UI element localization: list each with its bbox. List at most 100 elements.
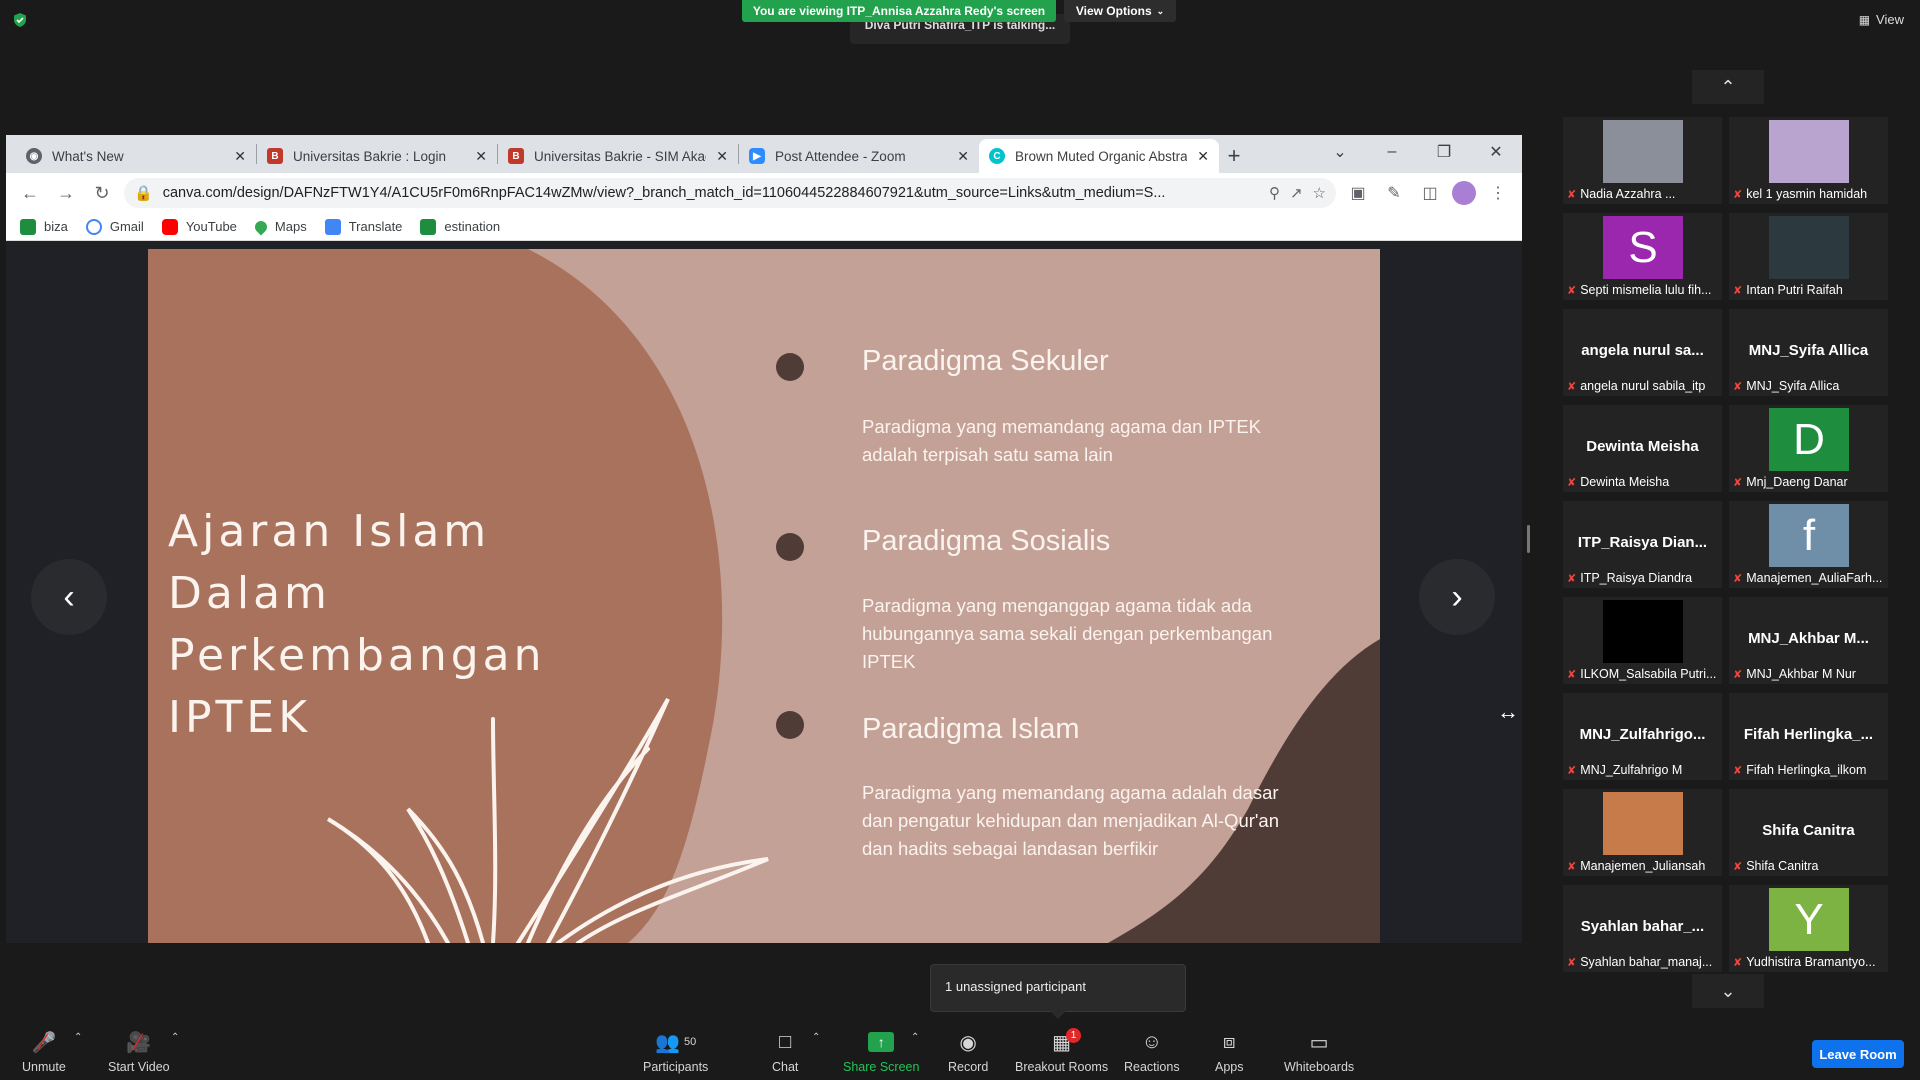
close-icon[interactable]: ✕ [475,148,487,165]
resize-cursor-icon: ↔ [1497,699,1519,724]
participant-tile[interactable]: Shifa Canitra ✘ Shifa Canitra [1729,789,1888,876]
breakout-rooms-button[interactable]: ▦ 1 Breakout Rooms [1015,1028,1109,1074]
participant-tile[interactable]: MNJ_Akhbar M... ✘ MNJ_Akhbar M Nur [1729,597,1888,684]
microphone-muted-icon: ✘ [1733,860,1743,873]
camera-off-icon: 🎥 ⁄ [126,1029,152,1054]
bookmark-item[interactable]: estination [420,218,500,235]
browser-tab[interactable]: B Universitas Bakrie : Login ✕ [257,139,497,173]
participant-tile[interactable]: ITP_Raisya Dian... ✘ ITP_Raisya Diandra [1563,501,1722,588]
view-button[interactable]: ▦ View [1859,12,1904,27]
participant-tile[interactable]: angela nurul sa... ✘ angela nurul sabila_i… [1563,309,1722,396]
participant-tile[interactable]: ✘ Manajemen_Juliansah [1563,789,1722,876]
participant-tile[interactable]: D ✘ Mnj_Daeng Danar [1729,405,1888,492]
browser-tab-active[interactable]: C Brown Muted Organic Abstra ✕ [979,139,1219,173]
back-arrow-icon[interactable]: ← [16,179,44,207]
microphone-muted-icon: ✘ [1733,668,1743,681]
zoom-meeting-window: Diva Putri Shafira_ITP is talking... You… [0,0,1920,1080]
close-icon[interactable]: ✕ [234,148,246,165]
reload-icon[interactable]: ↻ [88,179,116,207]
chat-options-chevron-icon[interactable]: ⌃ [812,1032,820,1043]
participant-tile[interactable]: Syahlan bahar_... ✘ Syahlan bahar_manaj... [1563,885,1722,972]
participant-tile[interactable]: Dewinta Meisha ✘ Dewinta Meisha [1563,405,1722,492]
participant-tile[interactable]: ✘ Nadia Azzahra ... [1563,117,1722,204]
restore-icon[interactable]: ❐ [1418,142,1470,162]
bookmark-star-icon[interactable]: ☆ [1313,184,1326,202]
participant-display-name: MNJ_Akhbar M... [1748,630,1869,647]
bookmark-item[interactable]: biza [20,218,68,235]
record-button[interactable]: ◉ Record [948,1030,988,1075]
browser-tab[interactable]: ◉ What's New ✕ [16,139,256,173]
sheets-icon [20,218,36,235]
share-page-icon[interactable]: ↗ [1290,184,1303,202]
translate-icon [324,218,341,235]
participant-tile[interactable]: S ✘ Septi mismelia lulu fih... [1563,213,1722,300]
bookmark-item[interactable]: Translate [324,218,403,235]
profile-avatar[interactable] [1452,181,1476,205]
close-icon[interactable]: ✕ [716,148,728,165]
share-screen-button[interactable]: ↑ Share Screen [843,1030,919,1074]
zoom-in-icon[interactable]: ⚲ [1269,184,1280,202]
unmute-label: Unmute [22,1060,66,1074]
side-panel-icon[interactable]: ◫ [1416,179,1444,207]
participant-tile[interactable]: Y ✘ Yudhistira Bramantyo... [1729,885,1888,972]
participant-tile[interactable]: ✘ ILKOM_Salsabila Putri... [1563,597,1722,684]
extensions-puzzle-icon[interactable]: ✎ [1380,179,1408,207]
leave-room-button[interactable]: Leave Room [1812,1040,1904,1068]
participant-name: Manajemen_AuliaFarh... [1746,571,1883,585]
start-video-button[interactable]: 🎥 ⁄ Start Video [108,1029,170,1074]
apps-button[interactable]: ⧈ Apps [1215,1030,1244,1075]
chat-button[interactable]: □ Chat [772,1030,798,1075]
close-window-icon[interactable]: ✕ [1470,142,1522,162]
participant-name: MNJ_Syifa Allica [1746,379,1840,393]
tab-search-icon[interactable]: ⌄ [1314,142,1366,162]
bookmark-label: Maps [274,219,307,234]
bookmark-item[interactable]: Maps [252,218,307,235]
new-tab-button[interactable]: + [1219,139,1249,173]
reactions-button[interactable]: ☺ Reactions [1124,1030,1180,1075]
participant-tile[interactable]: f ✘ Manajemen_AuliaFarh... [1729,501,1888,588]
breakout-rooms-label: Breakout Rooms [1015,1060,1109,1074]
whiteboards-button[interactable]: ▭ Whiteboards [1284,1030,1354,1075]
audio-options-chevron-icon[interactable]: ⌃ [74,1032,82,1043]
participants-button[interactable]: 👥 50 Participants [643,1030,708,1075]
participant-tile[interactable]: MNJ_Syifa Allica ✘ MNJ_Syifa Allica [1729,309,1888,396]
unmute-button[interactable]: 🎤 ⁄ Unmute [22,1029,66,1074]
participant-name: Mnj_Daeng Danar [1746,475,1848,489]
panel-resize-handle[interactable] [1527,525,1530,553]
address-bar[interactable]: 🔒 canva.com/design/DAFNzFTW1Y4/A1CU5rF0m… [124,178,1336,208]
participant-name: kel 1 yasmin hamidah [1746,187,1868,201]
participant-tile[interactable]: Fifah Herlingka_... ✘ Fifah Herlingka_ilko… [1729,693,1888,780]
participant-tile[interactable]: ✘ Intan Putri Raifah [1729,213,1888,300]
minimize-icon[interactable]: – [1366,143,1418,161]
browser-tab[interactable]: B Universitas Bakrie - SIM Akad ✕ [498,139,738,173]
start-video-label: Start Video [108,1060,170,1074]
point-body: Paradigma yang menganggap agama tidak ad… [862,595,1273,672]
close-icon[interactable]: ✕ [957,148,969,165]
participant-tile[interactable]: ✘ kel 1 yasmin hamidah [1729,117,1888,204]
share-screen-icon: ↑ [868,1030,895,1054]
video-options-chevron-icon[interactable]: ⌃ [171,1032,179,1043]
close-icon[interactable]: ✕ [1197,148,1209,165]
lock-icon[interactable]: 🔒 [134,184,153,202]
next-slide-button[interactable]: › [1419,559,1495,635]
chrome-icon: ◉ [26,148,42,164]
facebook-extension-icon[interactable]: ▣ [1344,179,1372,207]
point-heading: Paradigma Islam [862,713,1080,745]
share-options-chevron-icon[interactable]: ⌃ [911,1032,919,1043]
menu-kebab-icon[interactable]: ⋮ [1484,179,1512,207]
security-shield-icon[interactable] [12,12,28,28]
browser-tab[interactable]: ▶ Post Attendee - Zoom ✕ [739,139,979,173]
participant-tile[interactable]: MNJ_Zulfahrigo... ✘ MNJ_Zulfahrigo M [1563,693,1722,780]
unassigned-participant-toast[interactable]: 1 unassigned participant [930,964,1186,1012]
microphone-muted-icon: ✘ [1567,668,1577,681]
participant-name-label: ✘ ITP_Raisya Diandra [1567,571,1720,585]
previous-slide-button[interactable]: ‹ [31,559,107,635]
forward-arrow-icon[interactable]: → [52,179,80,207]
bookmark-label: Translate [348,219,403,234]
gallery-scroll-up-button[interactable]: ⌃ [1692,70,1764,104]
toast-pointer [1050,1011,1066,1019]
gallery-scroll-down-button[interactable]: ⌄ [1692,974,1764,1008]
bookmark-item[interactable]: Gmail [85,218,144,235]
bookmark-item[interactable]: YouTube [161,218,237,235]
view-options-button[interactable]: View Options ⌄ [1064,0,1176,22]
